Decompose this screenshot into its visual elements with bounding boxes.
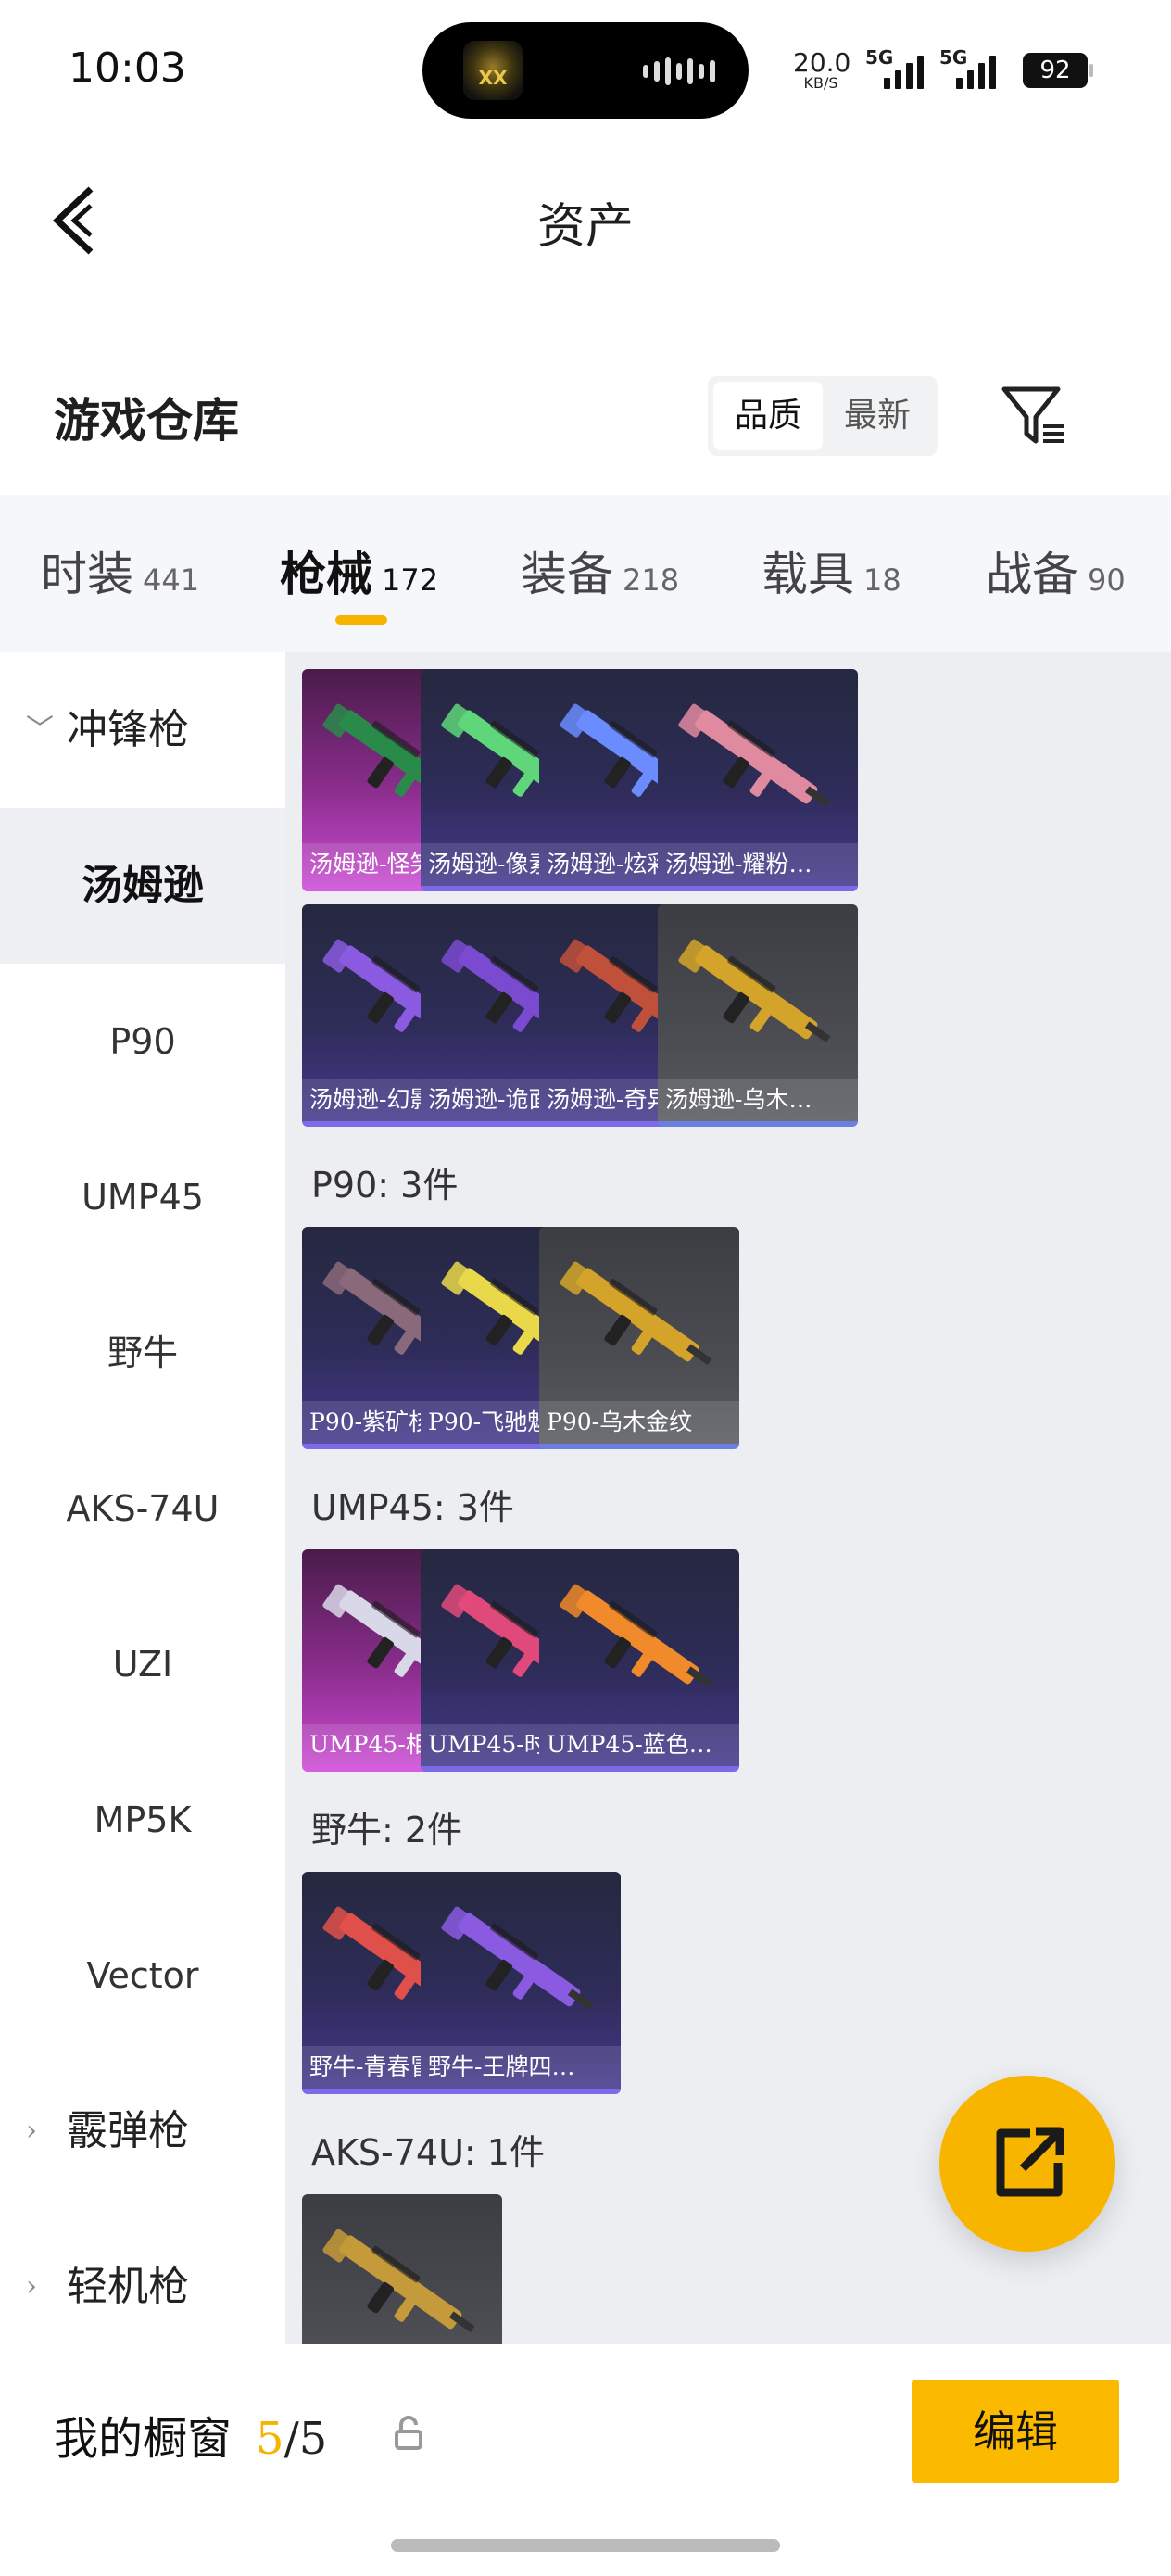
sidebar-item-bizon[interactable]: 野牛: [0, 1275, 285, 1431]
showcase-count: 5: [256, 2413, 284, 2465]
chevron-right-icon: ›: [26, 2270, 37, 2303]
tab-count: 218: [623, 562, 680, 598]
filter-icon: [1001, 386, 1064, 444]
sidebar-item-thompson[interactable]: 汤姆逊: [0, 808, 285, 964]
tab-count: 441: [143, 562, 200, 598]
weapon-skin-name: 野牛-王牌四…: [421, 2046, 621, 2089]
network-speed: 20.0 KB/S: [793, 47, 851, 92]
sidebar-category-lmg[interactable]: › 轻机枪: [0, 2209, 285, 2365]
tab-supplies[interactable]: 战备 90: [986, 537, 1126, 604]
active-tab-indicator: [335, 615, 387, 625]
share-button[interactable]: [939, 2076, 1115, 2252]
tab-label: 装备: [521, 548, 613, 601]
sort-option-newest[interactable]: 最新: [823, 382, 932, 450]
chevron-right-icon: ›: [26, 2115, 37, 2147]
gun-icon: [678, 939, 831, 1043]
app-icon-text: XX: [478, 67, 508, 89]
gun-icon: [678, 703, 831, 808]
battery-icon: 92: [1023, 53, 1093, 88]
sidebar-item-aks74u[interactable]: AKS-74U: [0, 1431, 285, 1586]
weapon-skin-card[interactable]: [302, 2194, 502, 2344]
weapon-skin-name: 汤姆逊-乌木…: [658, 1079, 858, 1121]
sidebar-item-label: 霰弹枪: [67, 2107, 189, 2154]
weapon-type-sidebar: ﹀ 冲锋枪 汤姆逊 P90 UMP45 野牛 AKS-74U UZI MP5K V…: [0, 652, 285, 2344]
audio-wave-icon: [643, 57, 715, 85]
tab-label: 时装: [41, 548, 133, 601]
filter-button[interactable]: [1001, 384, 1067, 448]
group-label: UMP45: 3件: [311, 1487, 514, 1528]
status-bar: 10:03 XX 20.0 KB/S 5G 5G 92: [0, 0, 1171, 148]
network-speed-unit: KB/S: [803, 74, 838, 92]
showcase-total: /5: [283, 2413, 328, 2465]
page-title: 资产: [536, 199, 634, 255]
sidebar-category-shotgun[interactable]: › 霰弹枪: [0, 2053, 285, 2209]
tab-label: 战备: [986, 548, 1078, 601]
weapon-skin-name: 汤姆逊-耀粉…: [658, 843, 858, 886]
weapon-skin-card[interactable]: UMP45-蓝色…: [539, 1549, 739, 1772]
sort-toggle: 品质 最新: [708, 376, 938, 456]
showcase-label: 我的橱窗: [54, 2413, 233, 2465]
sidebar-item-ump45[interactable]: UMP45: [0, 1119, 285, 1275]
tab-label: 载具: [762, 548, 854, 601]
sidebar-item-label: 冲锋枪: [67, 706, 189, 753]
tab-equipment[interactable]: 装备 218: [521, 537, 679, 604]
gun-icon: [560, 1261, 712, 1366]
sidebar-item-uzi[interactable]: UZI: [0, 1586, 285, 1742]
gun-icon: [322, 2229, 475, 2333]
edit-button[interactable]: 编辑: [912, 2380, 1119, 2483]
status-time: 10:03: [69, 44, 186, 92]
sidebar-item-vector[interactable]: Vector: [0, 1898, 285, 2053]
tab-fashion[interactable]: 时装 441: [41, 537, 199, 604]
gun-icon: [560, 1584, 712, 1688]
tab-vehicles[interactable]: 载具 18: [762, 537, 901, 604]
warehouse-title: 游戏仓库: [54, 393, 239, 448]
tab-label: 枪械: [280, 547, 372, 601]
tab-firearms[interactable]: 枪械 172: [280, 537, 438, 604]
game-app-icon: XX: [463, 41, 523, 100]
weapon-skin-card[interactable]: 汤姆逊-耀粉…: [658, 669, 858, 891]
group-label: AKS-74U: 1件: [311, 2132, 545, 2173]
external-link-icon: [996, 2127, 1064, 2197]
tab-count: 172: [382, 562, 439, 598]
home-indicator: [391, 2539, 780, 2552]
signal-icon: 5G: [936, 46, 1006, 89]
dynamic-island[interactable]: XX: [422, 22, 749, 119]
sidebar-item-mp5k[interactable]: MP5K: [0, 1742, 285, 1898]
sidebar-category-smg[interactable]: ﹀ 冲锋枪: [0, 652, 285, 808]
weapon-skin-name: P90-乌木金纹: [539, 1401, 739, 1444]
showcase-counter: 我的橱窗 5/5: [54, 2402, 327, 2467]
group-label: P90: 3件: [311, 1165, 459, 1206]
weapon-skin-card[interactable]: 野牛-王牌四…: [421, 1872, 621, 2094]
tab-count: 18: [863, 562, 901, 598]
weapon-skin-name: UMP45-蓝色…: [539, 1724, 739, 1766]
sidebar-item-p90[interactable]: P90: [0, 964, 285, 1119]
signal-icon: 5G: [865, 46, 924, 89]
network-speed-value: 20.0: [793, 47, 851, 78]
tab-count: 90: [1088, 562, 1126, 598]
group-label: 野牛: 2件: [311, 1810, 463, 1850]
weapon-skin-card[interactable]: P90-乌木金纹: [539, 1227, 739, 1449]
weapon-skin-card[interactable]: 汤姆逊-乌木…: [658, 904, 858, 1127]
sort-option-quality[interactable]: 品质: [713, 382, 823, 450]
sidebar-item-label: 轻机枪: [67, 2263, 189, 2310]
lock-icon: [393, 2415, 424, 2452]
chevron-down-icon: ﹀: [26, 713, 54, 746]
gun-icon: [441, 1906, 594, 2011]
